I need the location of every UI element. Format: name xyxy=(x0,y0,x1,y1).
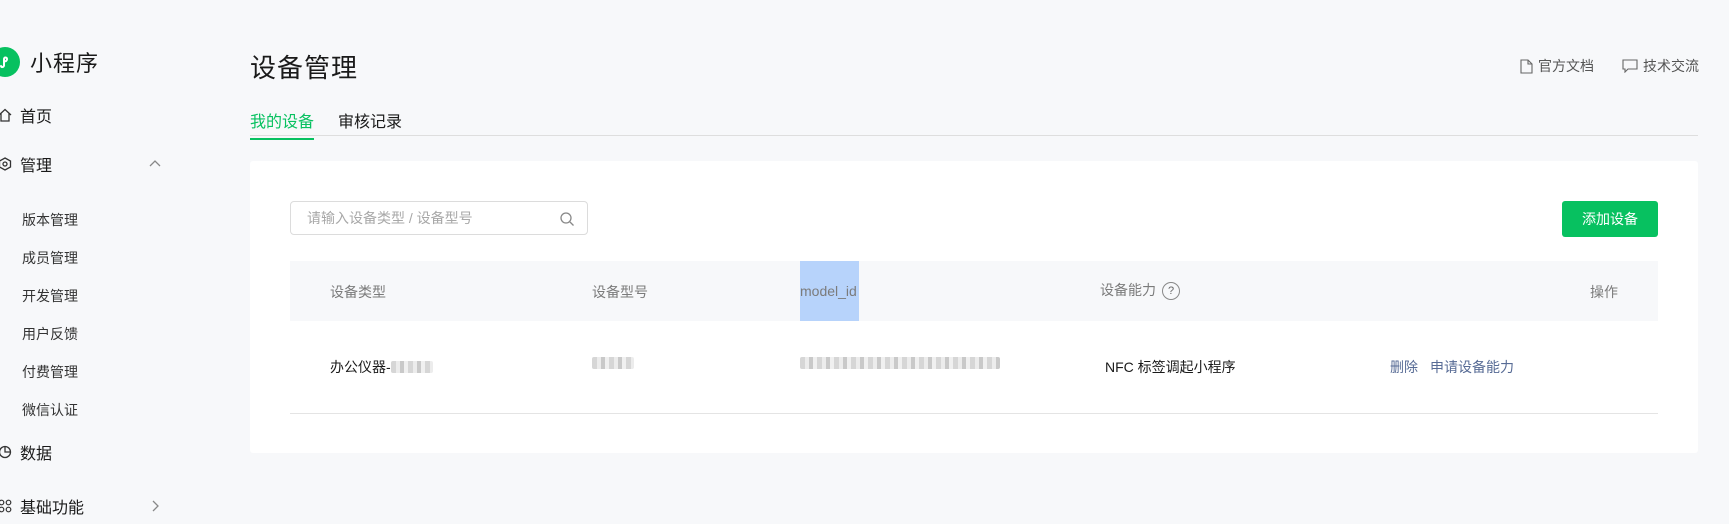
redacted-value xyxy=(800,357,1000,369)
page-title: 设备管理 xyxy=(250,53,359,83)
search-icon[interactable] xyxy=(559,211,575,227)
search-box xyxy=(290,201,588,235)
brand-name: 小程序 xyxy=(30,51,100,76)
sidebar-subitem-payment[interactable]: 付费管理 xyxy=(22,362,78,382)
cell-device-model xyxy=(592,357,634,369)
tab-bar: 我的设备 审核记录 xyxy=(250,106,1698,140)
column-header-type: 设备类型 xyxy=(330,284,386,300)
tab-review-records[interactable]: 审核记录 xyxy=(338,108,402,138)
column-header-model: 设备型号 xyxy=(592,284,648,300)
sidebar-item-manage[interactable]: 管理 xyxy=(0,152,170,176)
document-icon xyxy=(1520,58,1533,74)
sidebar-item-home[interactable]: 首页 xyxy=(0,103,170,127)
chevron-right-icon[interactable] xyxy=(148,499,162,513)
help-icon[interactable]: ? xyxy=(1162,282,1180,301)
top-links: 官方文档 技术交流 xyxy=(1520,56,1699,76)
sidebar-subitem-verification[interactable]: 微信认证 xyxy=(22,400,78,420)
link-label: 官方文档 xyxy=(1538,58,1594,74)
hexagon-settings-icon xyxy=(0,157,12,171)
sidebar-item-basic-features[interactable]: 基础功能 xyxy=(0,494,170,518)
link-label: 技术交流 xyxy=(1643,58,1699,74)
cell-device-ability: NFC 标签调起小程序 xyxy=(1105,359,1236,375)
add-device-button[interactable]: 添加设备 xyxy=(1562,201,1658,237)
pie-chart-icon xyxy=(0,445,12,459)
grid-icon xyxy=(0,499,12,513)
redacted-value xyxy=(592,357,634,369)
search-input[interactable] xyxy=(291,202,557,234)
cell-model-id xyxy=(800,357,1000,369)
redacted-value xyxy=(390,361,433,373)
sidebar-item-data[interactable]: 数据 xyxy=(0,440,170,464)
sidebar-subitem-version[interactable]: 版本管理 xyxy=(22,210,78,230)
sidebar-subitem-members[interactable]: 成员管理 xyxy=(22,248,78,268)
column-header-model-id: model_id xyxy=(800,261,859,321)
cell-actions: 删除 申请设备能力 xyxy=(1378,357,1514,377)
official-docs-link[interactable]: 官方文档 xyxy=(1520,56,1594,76)
chat-icon xyxy=(1622,59,1638,73)
sidebar-subitem-development[interactable]: 开发管理 xyxy=(22,286,78,306)
column-header-actions: 操作 xyxy=(1590,284,1618,300)
brand[interactable]: 小程序 xyxy=(0,46,99,78)
mini-program-logo-icon xyxy=(0,47,20,77)
device-card: 添加设备 设备类型 设备型号 model_id 设备能力? 操作 办公仪器- N… xyxy=(250,161,1698,453)
sidebar-item-label: 数据 xyxy=(20,446,53,463)
home-icon xyxy=(0,108,12,122)
column-header-ability: 设备能力? xyxy=(1100,280,1180,301)
device-type-text: 办公仪器- xyxy=(330,359,391,375)
tab-my-devices[interactable]: 我的设备 xyxy=(250,108,315,140)
tech-forum-link[interactable]: 技术交流 xyxy=(1622,56,1699,76)
sidebar-item-label: 首页 xyxy=(20,109,53,126)
delete-link[interactable]: 删除 xyxy=(1390,357,1418,377)
apply-ability-link[interactable]: 申请设备能力 xyxy=(1430,357,1514,377)
column-header-label: 设备能力 xyxy=(1100,282,1156,298)
table-header: 设备类型 设备型号 model_id 设备能力? 操作 xyxy=(290,261,1658,321)
sidebar-item-label: 管理 xyxy=(20,158,53,175)
cell-device-type: 办公仪器- xyxy=(330,357,433,377)
table-row: 办公仪器- NFC 标签调起小程序 删除 申请设备能力 xyxy=(290,321,1658,414)
sidebar: 小程序 首页 管理 版本管理 成员管理 开发管理 用户反馈 付费管理 微信认证 … xyxy=(0,0,180,524)
chevron-up-icon[interactable] xyxy=(148,157,162,171)
sidebar-item-label: 基础功能 xyxy=(20,500,85,517)
sidebar-subitem-feedback[interactable]: 用户反馈 xyxy=(22,324,78,344)
